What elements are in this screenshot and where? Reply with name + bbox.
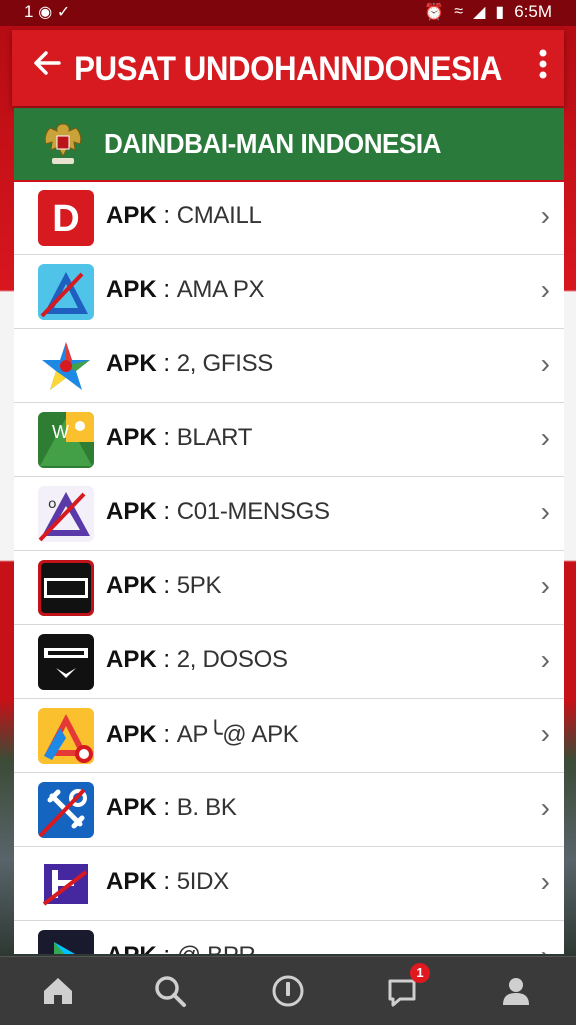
blue-tools-icon — [38, 782, 94, 838]
list-item-label: APK : BLART — [106, 424, 253, 451]
wifi-icon: ≈ — [454, 3, 464, 20]
list-item-label: APK : 2, DOSOS — [106, 646, 288, 673]
list-item[interactable]: APK : B. BK › — [14, 774, 564, 847]
purple-h-icon — [38, 856, 94, 912]
search-icon[interactable] — [150, 971, 190, 1011]
app-bar: PUSAT UNDOHANNDONESIA — [12, 30, 564, 106]
list-item[interactable]: APK : 2, DOSOS › — [14, 626, 564, 699]
play-store-icon — [38, 930, 94, 954]
sub-header-title: DAINDBAI-MAN INDONESIA — [104, 128, 441, 159]
chevron-right-icon: › — [540, 718, 550, 749]
list-item[interactable]: APK : AP╰@ APK › — [14, 700, 564, 773]
chevron-right-icon: › — [540, 866, 550, 897]
list-item[interactable]: APK : @ BPR › — [14, 922, 564, 954]
green-yellow-drive-icon: W — [38, 412, 94, 468]
sim-icon: ◉ — [38, 4, 53, 21]
blue-triangle-icon — [38, 264, 94, 320]
chevron-right-icon: › — [540, 496, 550, 527]
list-item[interactable]: W APK : BLART › — [14, 404, 564, 477]
notification-badge: 1 — [410, 963, 430, 983]
purple-doc-icon: օ — [38, 486, 94, 542]
list-item-label: APK : @ BPR — [106, 942, 256, 954]
list-item-label: APK : 2, GFISS — [106, 350, 273, 377]
chevron-right-icon: › — [540, 422, 550, 453]
list-item-label: APK : 5PK — [106, 572, 222, 599]
maipan-icon — [38, 634, 94, 690]
star-pinwheel-icon — [38, 338, 94, 394]
alarm-icon: ⏰ — [424, 4, 445, 21]
clock: 6:5M — [514, 2, 552, 21]
chat-icon[interactable]: 1 — [382, 963, 430, 1011]
list-item[interactable]: APK : 5IDX › — [14, 848, 564, 921]
status-bar: 1 ◉ ✓ ⏰ ≈ ◢ ▮ 6:5M — [0, 0, 576, 26]
status-left: 1 ◉ ✓ — [24, 2, 70, 22]
list-item-label: APK : AP╰@ APK — [106, 721, 299, 748]
chevron-right-icon: › — [540, 348, 550, 379]
garuda-emblem-icon — [40, 120, 86, 168]
list-item[interactable]: APK : AMA PX › — [14, 256, 564, 329]
battery-icon: ▮ — [495, 4, 505, 21]
app-list: D APK : CMAILL › APK : AMA PX › APK : 2,… — [14, 182, 564, 954]
list-item[interactable]: APK : 2, GFISS › — [14, 330, 564, 403]
chevron-right-icon: › — [540, 274, 550, 305]
sub-header: DAINDBAI-MAN INDONESIA — [14, 108, 564, 180]
home-icon[interactable] — [38, 971, 78, 1011]
profile-icon[interactable] — [496, 971, 536, 1011]
list-item[interactable]: D APK : CMAILL › — [14, 182, 564, 255]
bottom-navigation: 1 — [0, 956, 576, 1025]
sync-icon: ✓ — [56, 4, 71, 21]
more-options-icon[interactable] — [538, 48, 548, 89]
list-item-label: APK : AMA PX — [106, 276, 265, 303]
background-left — [0, 0, 14, 1024]
chevron-right-icon: › — [540, 792, 550, 823]
status-indicator: 1 — [24, 2, 34, 21]
yellow-drive-icon — [38, 708, 94, 764]
chevron-right-icon: › — [540, 644, 550, 675]
list-item-label: APK : B. BK — [106, 794, 237, 821]
d-letter-icon: D — [38, 190, 94, 246]
list-item-label: APK : 5IDX — [106, 868, 229, 895]
status-right: ⏰ ≈ ◢ ▮ 6:5M — [424, 2, 552, 22]
list-item-label: APK : CMAILL — [106, 202, 262, 229]
signal-icon: ◢ — [473, 4, 486, 21]
chevron-right-icon: › — [541, 940, 550, 954]
list-item[interactable]: APK : 5PK › — [14, 552, 564, 625]
svg-text:D: D — [52, 198, 79, 240]
list-item[interactable]: օ APK : C01-MENSGS › — [14, 478, 564, 551]
info-icon[interactable] — [268, 971, 308, 1011]
lltam-icon — [38, 560, 94, 616]
app-title: PUSAT UNDOHANNDONESIA — [74, 50, 502, 88]
list-item-label: APK : C01-MENSGS — [106, 498, 330, 525]
svg-text:օ: օ — [48, 495, 57, 511]
chevron-right-icon: › — [540, 570, 550, 601]
background-right — [562, 0, 576, 1024]
svg-text:W: W — [52, 422, 69, 442]
chevron-right-icon: › — [540, 200, 550, 231]
